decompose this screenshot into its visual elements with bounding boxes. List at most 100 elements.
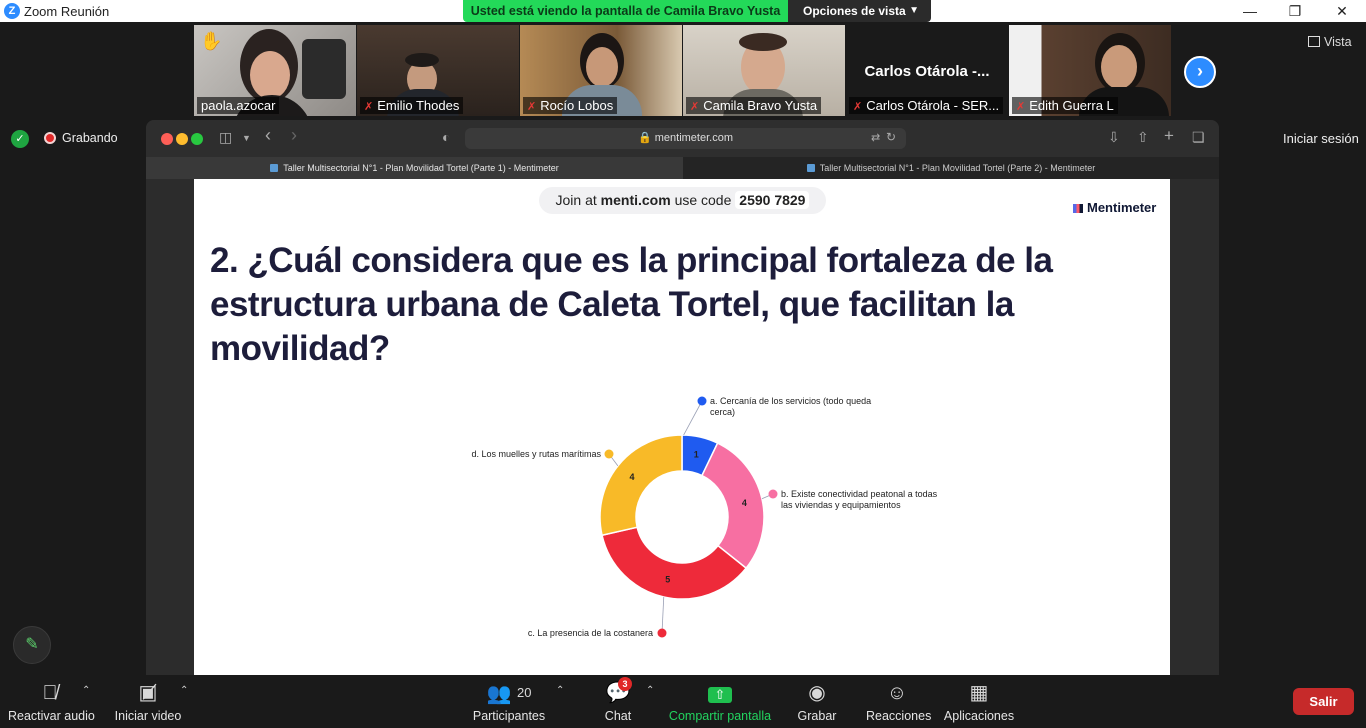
chat-options-caret-icon[interactable]: ⌃	[646, 685, 654, 696]
participants-options-caret-icon[interactable]: ⌃	[556, 685, 564, 696]
record-label: Grabar	[797, 709, 837, 723]
download-icon: ⇩	[1108, 129, 1120, 145]
brand-name: Mentimeter	[1087, 200, 1157, 215]
participant-display-name: Carlos Otárola -...	[864, 63, 990, 80]
leader-line	[661, 596, 665, 634]
slice-value-label: 5	[665, 574, 670, 584]
record-icon: ◉	[808, 682, 826, 704]
browser-tab: Taller Multisectorial N°1 - Plan Movilid…	[146, 157, 683, 179]
unmute-button[interactable]: 🎙̸ Reactivar audio	[8, 681, 95, 723]
legend-dot	[604, 449, 614, 459]
participant-tile[interactable]: ✗ Edith Guerra L	[1009, 25, 1171, 116]
unmute-label: Reactivar audio	[8, 709, 95, 723]
participant-tile[interactable]: ✗ Rocío Lobos	[520, 25, 682, 116]
back-icon: ‹	[265, 125, 271, 145]
security-shield-icon[interactable]: ✓	[11, 130, 29, 148]
chat-button[interactable]: 💬 3 Chat	[598, 677, 638, 723]
chat-icon: 💬 3	[605, 677, 632, 704]
close-button[interactable]: ✕	[1322, 1, 1362, 21]
signin-button[interactable]: Iniciar sesión	[1283, 131, 1359, 146]
recording-label: Grabando	[62, 131, 118, 145]
new-tab-icon: +	[1164, 126, 1174, 145]
record-button[interactable]: ◉ Grabar	[795, 681, 839, 723]
recording-indicator[interactable]: Grabando	[44, 131, 118, 145]
grid-view-icon	[1308, 36, 1320, 47]
sidebar-icon: ◫	[219, 129, 233, 145]
tab-title: Taller Multisectorial N°1 - Plan Movilid…	[819, 163, 1096, 173]
minimize-dot-icon	[176, 133, 188, 145]
join-mid: use code	[674, 192, 732, 208]
reactions-label: Reacciones	[866, 709, 932, 723]
zoom-logo-icon: Z	[4, 3, 20, 19]
zoom-window: Z Zoom Reunión Usted está viendo la pant…	[0, 0, 1366, 728]
participant-name-row: ✗ Edith Guerra L	[1012, 97, 1118, 114]
participant-name: Edith Guerra L	[1029, 98, 1114, 113]
legend-dot	[768, 489, 778, 499]
mentimeter-slide: Join at menti.com use code 2590 7829 Men…	[194, 179, 1170, 675]
chat-label: Chat	[604, 709, 632, 723]
restore-button[interactable]: ❐	[1275, 1, 1315, 21]
record-dot-icon	[44, 132, 56, 144]
close-dot-icon	[161, 133, 173, 145]
participant-tile[interactable]: ✋ paola.azocar	[194, 25, 356, 116]
category-label: b. Existe conectividad peatonal a todas	[781, 489, 938, 499]
question-title: 2. ¿Cuál considera que es la principal f…	[210, 239, 1090, 371]
chat-badge: 3	[618, 677, 632, 691]
title-bar: Z Zoom Reunión Usted está viendo la pant…	[0, 0, 1366, 22]
window-title: Zoom Reunión	[24, 4, 110, 19]
share-screen-button[interactable]: ⇧ Compartir pantalla	[668, 681, 772, 723]
participant-name: Carlos Otárola - SER...	[866, 98, 1000, 113]
join-prefix: Join at	[555, 192, 597, 208]
legend-dot	[697, 396, 707, 406]
mentimeter-logo-icon	[1073, 204, 1083, 213]
participant-tile[interactable]: Carlos Otárola -... ✗ Carlos Otárola - SE…	[846, 25, 1008, 116]
participant-name-row: ✗ Emilio Thodes	[360, 97, 464, 114]
view-button[interactable]: Vista	[1308, 35, 1352, 49]
chevron-down-icon: ▼	[242, 133, 251, 143]
start-video-button[interactable]: ▣̸ Iniciar video	[112, 681, 184, 723]
share-screen-icon: ⇧	[668, 681, 772, 705]
donut-slice	[700, 442, 765, 570]
zoom-dot-icon	[191, 133, 203, 145]
donut-chart: 1 a. Cercanía de los servicios (todo qued…	[471, 396, 938, 638]
browser-tab: Taller Multisectorial N°1 - Plan Movilid…	[683, 157, 1219, 179]
shared-screen: ◫ ▼ ‹ › ◐ 🔒 mentimeter.com ⇄ ↻ ⇩ ⇧ + ❏ T…	[146, 120, 1219, 675]
audio-options-caret-icon[interactable]: ⌃	[82, 685, 90, 696]
reactions-button[interactable]: ☺ Reacciones	[866, 681, 932, 723]
next-page-button[interactable]: ›	[1184, 56, 1216, 88]
minimize-button[interactable]: —	[1230, 1, 1270, 21]
legend-dot	[657, 628, 667, 638]
tab-overview-icon: ❏	[1192, 129, 1205, 145]
join-code: 2590 7829	[735, 191, 810, 209]
video-off-icon: ▣̸	[138, 682, 158, 704]
view-options-button[interactable]: Opciones de vista ▼	[788, 0, 931, 22]
start-video-label: Iniciar video	[114, 709, 182, 723]
url-text: mentimeter.com	[654, 132, 733, 144]
participants-count: 20	[517, 685, 532, 700]
forward-icon: ›	[291, 125, 297, 145]
apps-button[interactable]: ▦ Aplicaciones	[943, 681, 1015, 723]
muted-mic-icon: ✗	[853, 101, 863, 113]
view-label: Vista	[1324, 35, 1352, 49]
leave-button[interactable]: Salir	[1293, 688, 1354, 715]
category-label: a. Cercanía de los servicios (todo queda	[710, 396, 871, 406]
chevron-down-icon: ▼	[909, 5, 919, 16]
slice-value-label: 1	[694, 450, 699, 460]
participant-name: Camila Bravo Yusta	[703, 98, 818, 113]
slice-value-label: 4	[742, 498, 747, 508]
participant-name: Rocío Lobos	[540, 98, 614, 113]
annotate-pen-icon[interactable]: ✎	[13, 626, 51, 664]
participant-tile[interactable]: ✗ Emilio Thodes	[357, 25, 519, 116]
video-options-caret-icon[interactable]: ⌃	[180, 685, 188, 696]
question-line: estructura urbana de Caleta Tortel, que …	[210, 285, 1014, 324]
browser-tabs: Taller Multisectorial N°1 - Plan Movilid…	[146, 157, 1219, 179]
participant-tile[interactable]: ✗ Camila Bravo Yusta	[683, 25, 845, 116]
share-banner: Usted está viendo la pantalla de Camila …	[463, 0, 931, 22]
share-screen-label: Compartir pantalla	[668, 709, 772, 723]
translate-icon: ⇄	[871, 132, 881, 144]
participant-name-row: ✗ Rocío Lobos	[523, 97, 618, 114]
apps-label: Aplicaciones	[943, 709, 1015, 723]
share-message: Usted está viendo la pantalla de Camila …	[463, 0, 788, 22]
donut-slice	[599, 434, 683, 537]
participants-button[interactable]: 👥 20 Participantes	[472, 681, 546, 723]
